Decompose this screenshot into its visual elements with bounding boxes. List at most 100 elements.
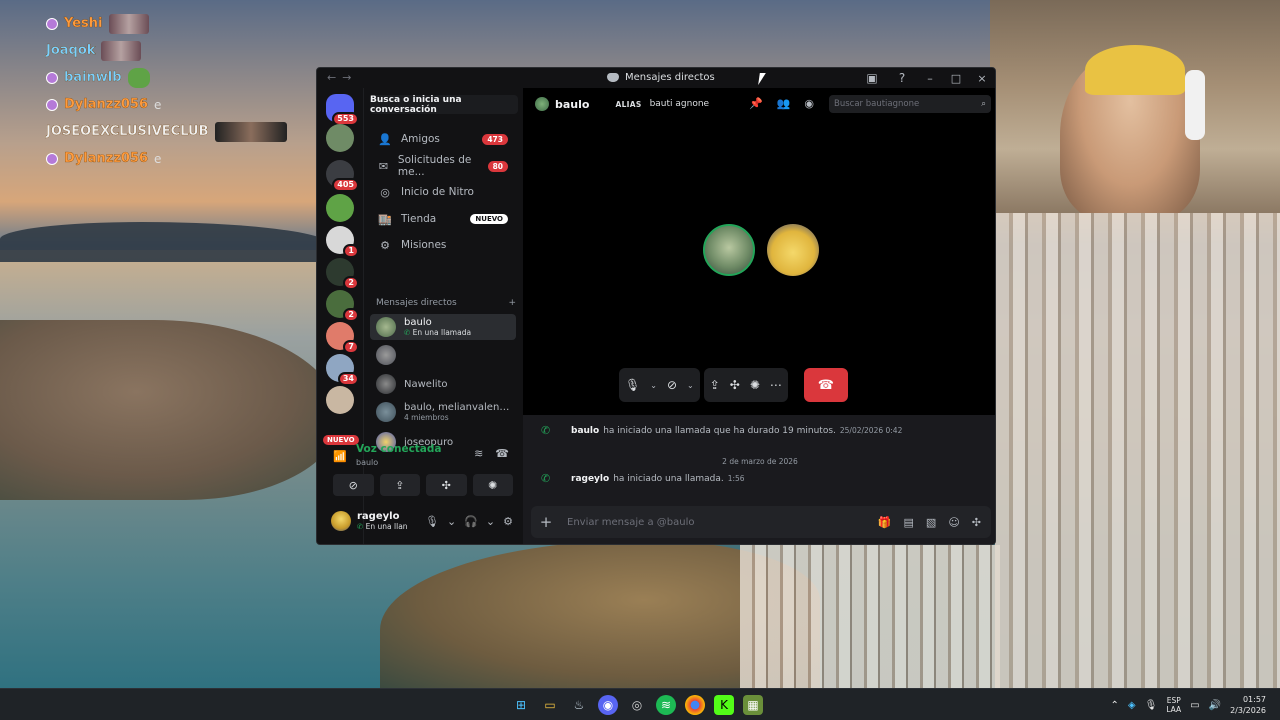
server-icon[interactable] xyxy=(326,124,354,152)
nav-item-friends[interactable]: 👤 Amigos 473 xyxy=(370,127,518,151)
call-participant-avatar[interactable] xyxy=(767,224,819,276)
voice-channel[interactable]: baulo xyxy=(356,458,378,467)
back-forward-arrows-icon[interactable]: ←→ xyxy=(327,71,357,84)
kick-icon[interactable]: K xyxy=(714,695,734,715)
voice-status[interactable]: Voz conectada xyxy=(356,443,442,455)
help-icon[interactable]: ? xyxy=(887,68,917,88)
inbox-icon[interactable]: ▣ xyxy=(857,68,887,88)
server-icon[interactable]: 405 xyxy=(326,160,359,192)
chrome-icon[interactable] xyxy=(685,695,705,715)
gif-icon[interactable]: ▤ xyxy=(904,516,914,529)
discord-icon[interactable]: ◉ xyxy=(598,695,618,715)
camera-off-icon[interactable]: ⊘ xyxy=(667,378,677,392)
camera-off-button[interactable]: ⊘ xyxy=(333,474,374,496)
server-icon[interactable]: 34 xyxy=(326,354,359,386)
clock[interactable]: 01:57 2/3/2026 xyxy=(1230,694,1266,716)
user-panel: rageylo En una llan 🎙 ⌄ 🎧 ⌄ ⚙ xyxy=(323,506,519,536)
activities-icon[interactable]: ✣ xyxy=(730,378,740,392)
find-conversation-button[interactable]: Busca o inicia una conversación xyxy=(370,95,518,115)
friends-icon: 👤 xyxy=(378,132,392,146)
call-system-message: ✆ rageylo ha iniciado una llamada. 1:56 xyxy=(541,472,745,485)
spotify-icon[interactable]: ≋ xyxy=(656,695,676,715)
dm-name: baulo xyxy=(404,317,432,328)
disconnect-icon[interactable]: ☎ xyxy=(495,447,509,460)
chat-badge-icon xyxy=(46,17,58,30)
minecraft-icon[interactable]: ▦ xyxy=(743,695,763,715)
security-icon[interactable]: ◈ xyxy=(1128,700,1136,711)
dm-item[interactable] xyxy=(370,342,516,368)
dm-name: Nawelito xyxy=(404,378,448,390)
network-icon[interactable]: ▭ xyxy=(1190,700,1199,711)
friends-count-badge: 473 xyxy=(482,133,508,145)
attach-plus-icon[interactable]: + xyxy=(531,513,561,531)
user-profile-icon[interactable]: ◉ xyxy=(804,97,814,110)
date-divider: 2 de marzo de 2026 xyxy=(722,457,798,466)
call-participant-avatar[interactable] xyxy=(703,224,755,276)
server-icon-dm-home[interactable]: 553 xyxy=(326,94,359,126)
chevron-down-icon[interactable]: ⌄ xyxy=(447,515,456,528)
language-indicator[interactable]: ESP LAA xyxy=(1166,696,1181,714)
dm-item-group[interactable]: baulo, melianvalen, m... 4 miembros xyxy=(370,399,516,425)
server-icon[interactable] xyxy=(326,386,354,414)
alias-label: ALIAS xyxy=(615,99,642,109)
soundboard-icon[interactable]: ✺ xyxy=(750,378,760,392)
nav-item-shop[interactable]: 🏬 Tienda NUEVO xyxy=(370,207,518,231)
chevron-down-icon[interactable]: ⌄ xyxy=(687,381,694,390)
server-icon[interactable] xyxy=(326,194,354,222)
dm-title[interactable]: baulo xyxy=(555,98,589,111)
microphone-icon[interactable]: 🎙 xyxy=(425,515,439,528)
screen-share-button[interactable]: ⇪ xyxy=(379,474,420,496)
dm-header: baulo ALIAS bauti agnone 📌 👥 ◉ Buscar ba… xyxy=(523,88,995,120)
main-content: baulo ALIAS bauti agnone 📌 👥 ◉ Buscar ba… xyxy=(523,88,995,544)
sticker-icon[interactable]: ▧ xyxy=(926,516,936,529)
chevron-down-icon[interactable]: ⌄ xyxy=(650,381,657,390)
message-composer[interactable]: + Enviar mensaje a @baulo 🎁 ▤ ▧ ☺ ✣ xyxy=(531,506,991,538)
app-icon[interactable]: ◎ xyxy=(627,695,647,715)
nav-item-message-requests[interactable]: ✉ Solicitudes de me... 80 xyxy=(370,154,518,178)
server-icon[interactable]: 7 xyxy=(326,322,359,354)
activities-button[interactable]: ✣ xyxy=(426,474,467,496)
dm-item-baulo[interactable]: baulo En una llamada xyxy=(370,314,516,340)
apps-icon[interactable]: ✣ xyxy=(972,516,981,529)
user-avatar[interactable] xyxy=(331,511,351,531)
search-input[interactable]: Buscar bautiagnone ⌕ xyxy=(829,95,991,113)
server-icon[interactable]: 2 xyxy=(326,258,359,290)
pin-icon[interactable]: 📌 xyxy=(749,97,763,110)
screen-share-icon[interactable]: ⇪ xyxy=(710,378,720,392)
minimize-button[interactable]: – xyxy=(917,68,943,88)
headphones-icon[interactable]: 🎧 xyxy=(464,515,478,528)
emoji-icon[interactable]: ☺ xyxy=(948,516,959,529)
chevron-down-icon[interactable]: ⌄ xyxy=(486,515,495,528)
signal-icon[interactable]: 📶 xyxy=(333,450,347,463)
dm-item-nawelito[interactable]: Nawelito xyxy=(370,371,516,397)
user-info[interactable]: rageylo En una llan xyxy=(357,511,408,531)
microphone-icon[interactable]: 🎙 xyxy=(1145,700,1158,711)
add-friends-icon[interactable]: 👥 xyxy=(777,97,791,110)
microphone-icon[interactable]: 🎙 xyxy=(625,378,640,392)
header-avatar[interactable] xyxy=(535,97,549,111)
nav-item-quests[interactable]: ⚙ Misiones xyxy=(370,233,518,257)
steam-icon[interactable]: ♨ xyxy=(569,695,589,715)
windows-start-icon[interactable]: ⊞ xyxy=(511,695,531,715)
message-author[interactable]: rageylo xyxy=(571,474,609,484)
message-author[interactable]: baulo xyxy=(571,426,599,436)
end-call-button[interactable]: ☎ xyxy=(803,368,848,402)
server-icon[interactable]: 2 xyxy=(326,290,359,322)
close-button[interactable]: × xyxy=(969,68,995,88)
volume-icon[interactable]: 🔊 xyxy=(1209,700,1221,711)
user-controls: 🎙 ⌄ 🎧 ⌄ ⚙ xyxy=(425,515,513,528)
create-dm-plus-icon[interactable]: + xyxy=(508,298,516,308)
gift-icon[interactable]: 🎁 xyxy=(878,516,892,529)
noise-suppression-icon[interactable]: ≋ xyxy=(474,447,483,460)
nav-item-nitro[interactable]: ◎ Inicio de Nitro xyxy=(370,180,518,204)
more-icon[interactable]: ⋯ xyxy=(770,378,782,392)
soundboard-button[interactable]: ✺ xyxy=(472,474,513,496)
settings-gear-icon[interactable]: ⚙ xyxy=(503,515,513,528)
maximize-button[interactable]: □ xyxy=(943,68,969,88)
file-explorer-icon[interactable]: ▭ xyxy=(540,695,560,715)
chevron-up-icon[interactable]: ⌃ xyxy=(1111,700,1119,711)
server-icon[interactable]: 1 xyxy=(326,226,359,258)
composer-placeholder[interactable]: Enviar mensaje a @baulo xyxy=(567,517,694,528)
alias-value: bauti agnone xyxy=(649,99,710,109)
new-badge: NUEVO xyxy=(470,214,508,224)
